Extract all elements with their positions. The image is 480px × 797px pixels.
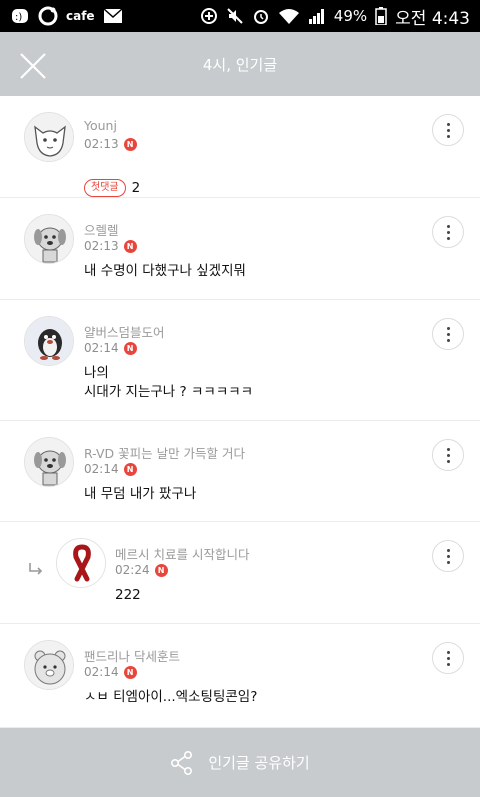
avatar[interactable]: [24, 316, 74, 366]
more-dot: [446, 224, 450, 228]
avatar-bear-illustration: [25, 641, 73, 689]
comment-meta: 02:24 N: [115, 563, 168, 577]
more-options-button[interactable]: [432, 540, 464, 572]
comment-text: 내 수명이 다했구나 싶겠지뭐: [84, 263, 246, 279]
more-dot: [446, 447, 450, 451]
avatar-red-ribbon-icon: [57, 539, 105, 587]
avatar-dog-illustration: [25, 215, 73, 263]
share-label: 인기글 공유하기: [208, 754, 310, 772]
mail-icon: [103, 8, 123, 23]
signal-icon: [308, 9, 324, 24]
status-bar-left: :) cafe: [10, 6, 123, 26]
avatar[interactable]: [24, 112, 74, 162]
reply-arrow-icon: [29, 563, 43, 575]
more-dot: [446, 338, 450, 342]
daum-cafe-icon: [38, 6, 58, 26]
more-dot: [446, 332, 450, 336]
comment-time: 02:13: [84, 239, 119, 253]
more-dot: [446, 134, 450, 138]
cafe-label: cafe: [66, 9, 95, 23]
comment-author[interactable]: 으렐렐: [84, 220, 119, 239]
comment-meta: 02:14 N: [84, 341, 137, 355]
close-button[interactable]: [18, 51, 48, 81]
top-app-bar: 4시, 인기글: [0, 32, 480, 96]
more-options-button[interactable]: [432, 216, 464, 248]
more-options-button[interactable]: [432, 114, 464, 146]
comment-time: 02:13: [84, 137, 119, 151]
comment-time: 02:14: [84, 665, 119, 679]
comment-meta: 02:13 N: [84, 137, 137, 151]
comment-list[interactable]: Younj 02:13 N 첫댓글 2 으렐렐 02:13 N 내 수명이 다했구…: [0, 96, 480, 728]
svg-text::): :): [15, 12, 22, 23]
more-dot: [446, 230, 450, 234]
comment-text: ㅅㅂ 티엠아이...엑소팅팅콘임?: [84, 689, 258, 705]
more-options-button[interactable]: [432, 318, 464, 350]
battery-percent: 49%: [333, 7, 368, 25]
more-dot: [446, 656, 450, 660]
avatar[interactable]: [56, 538, 106, 588]
more-dot: [446, 662, 450, 666]
share-icon: [171, 750, 193, 775]
comment-author[interactable]: 얄버스덤블도어: [84, 322, 165, 341]
reply-comment-item: 메르시 치료를 시작합니다 02:24 N 222: [0, 522, 480, 624]
share-popular-post-button[interactable]: 인기글 공유하기: [0, 728, 480, 797]
avatar[interactable]: [24, 437, 74, 487]
clock: 오전 4:43: [395, 8, 470, 29]
more-dot: [446, 650, 450, 654]
new-badge: N: [123, 137, 137, 151]
mute-icon: [227, 8, 243, 24]
comment-author[interactable]: Younj: [84, 118, 117, 133]
more-dot: [446, 459, 450, 463]
comment-time: 02:14: [84, 462, 119, 476]
status-bar: :) cafe 49% 오전 4:43: [0, 0, 480, 32]
comment-meta: 02:14 N: [84, 462, 137, 476]
comment-author[interactable]: 팬드리나 닥세훈트: [84, 646, 180, 665]
avatar-dog-illustration: [25, 438, 73, 486]
more-dot: [446, 326, 450, 330]
comment-time: 02:24: [115, 563, 150, 577]
first-comment-tag: 첫댓글: [84, 179, 126, 197]
comment-meta: 02:14 N: [84, 665, 137, 679]
comment-time: 02:14: [84, 341, 119, 355]
battery-icon: [375, 7, 387, 25]
comment-item: 팬드리나 닥세훈트 02:14 N ㅅㅂ 티엠아이...엑소팅팅콘임?: [0, 624, 480, 728]
more-options-button[interactable]: [432, 439, 464, 471]
new-badge: N: [154, 563, 168, 577]
new-badge: N: [123, 341, 137, 355]
more-dot: [446, 453, 450, 457]
page-title: 4시, 인기글: [202, 55, 278, 74]
close-icon: [20, 53, 46, 79]
more-dot: [446, 128, 450, 132]
new-badge: N: [123, 462, 137, 476]
comment-text: 나의 시대가 지는구나 ? ㅋㅋㅋㅋㅋ: [84, 365, 254, 400]
more-dot: [446, 122, 450, 126]
comment-item: Younj 02:13 N 첫댓글 2: [0, 96, 480, 198]
comment-item: 얄버스덤블도어 02:14 N 나의 시대가 지는구나 ? ㅋㅋㅋㅋㅋ: [0, 300, 480, 421]
kakao-story-icon: :): [12, 9, 28, 23]
comment-meta: 02:13 N: [84, 239, 137, 253]
new-badge: N: [123, 239, 137, 253]
more-dot: [446, 560, 450, 564]
avatar-penguin-photo: [25, 317, 73, 365]
avatar[interactable]: [24, 640, 74, 690]
more-options-button[interactable]: [432, 642, 464, 674]
avatar[interactable]: [24, 214, 74, 264]
comment-text: 222: [115, 587, 141, 603]
comment-author[interactable]: 메르시 치료를 시작합니다: [115, 544, 249, 563]
status-bar-right: 49% 오전 4:43: [200, 4, 470, 29]
comment-author[interactable]: R-VD 꽃피는 날만 가득할 거다: [84, 443, 245, 462]
more-dot: [446, 548, 450, 552]
avatar-cat-illustration: [25, 113, 73, 161]
comment-text: 내 무덤 내가 팠구나: [84, 486, 197, 502]
more-dot: [446, 236, 450, 240]
comment-body-row: 첫댓글 2: [84, 160, 140, 198]
more-dot: [446, 554, 450, 558]
data-saver-icon: [200, 8, 217, 24]
new-badge: N: [123, 665, 137, 679]
comment-item: 으렐렐 02:13 N 내 수명이 다했구나 싶겠지뭐: [0, 198, 480, 300]
comment-item: R-VD 꽃피는 날만 가득할 거다 02:14 N 내 무덤 내가 팠구나: [0, 421, 480, 522]
alarm-icon: [253, 10, 268, 24]
comment-text: 2: [131, 180, 141, 196]
wifi-icon: [278, 9, 299, 24]
